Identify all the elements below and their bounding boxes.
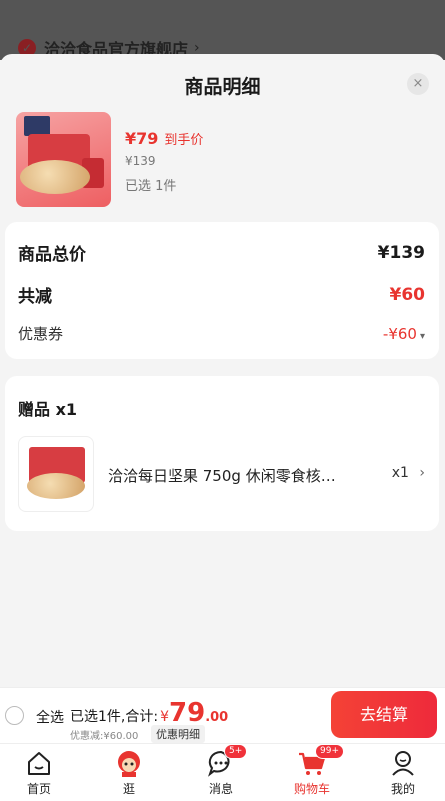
tab-label: 消息 xyxy=(208,782,233,796)
cart-badge: 99+ xyxy=(315,744,344,759)
tab-messages[interactable]: 5+ 消息 xyxy=(191,744,251,797)
coupon-value: -¥60 xyxy=(382,324,417,343)
checkout-bar: 全选 已选1件,合计: ¥ 79 .00 优惠减:¥60.00 优惠明细 去结算 xyxy=(0,687,445,743)
product-image[interactable] xyxy=(16,112,111,207)
tab-label: 逛 xyxy=(122,782,135,796)
product-detail-sheet: 商品明细 × ¥79 到手价 ¥139 已选 1件 商品总价 ¥139 共减 ¥… xyxy=(0,54,445,687)
reduction-row: 共减 ¥60 xyxy=(18,282,426,308)
original-price: ¥139 xyxy=(125,154,156,168)
tab-cart[interactable]: 99+ 购物车 xyxy=(282,744,344,797)
tab-label: 我的 xyxy=(390,782,415,796)
gift-card: 赠品 x1 洽洽每日坚果 750g 休闲零食核桃仁礼盒 x1 › xyxy=(5,376,439,531)
reduction-label: 共减 xyxy=(18,287,52,307)
total-price-row: 商品总价 ¥139 xyxy=(18,240,425,266)
cart-icon: 99+ xyxy=(297,744,344,778)
summary-prefix: 已选1件,合计: xyxy=(70,709,159,725)
tab-label: 购物车 xyxy=(293,782,330,796)
selected-count: 已选 1件 xyxy=(125,179,177,194)
tab-label: 首页 xyxy=(26,782,51,796)
discount-text: 优惠减:¥60.00 xyxy=(70,731,139,742)
total-price-value: ¥139 xyxy=(377,242,425,263)
coupon-row[interactable]: 优惠券 -¥60 ▾ xyxy=(18,323,425,344)
tab-profile[interactable]: 我的 xyxy=(373,748,433,797)
tab-browse[interactable]: 逛 xyxy=(99,748,159,797)
select-all-label[interactable]: 全选 xyxy=(36,707,64,727)
chevron-down-icon[interactable]: ▾ xyxy=(420,331,425,342)
gift-title: 赠品 x1 xyxy=(18,400,78,419)
home-icon xyxy=(24,748,54,778)
message-badge: 5+ xyxy=(224,744,248,759)
amount-integer: 79 xyxy=(169,698,206,728)
total-price-label: 商品总价 xyxy=(18,245,86,265)
store-header-dimmed: ✓ 洽洽食品官方旗舰店 › xyxy=(0,0,445,60)
close-icon[interactable]: × xyxy=(407,73,429,95)
coupon-label: 优惠券 xyxy=(18,325,64,343)
tab-home[interactable]: 首页 xyxy=(9,748,69,797)
final-price-value: ¥79 xyxy=(125,129,159,148)
checkout-summary: 已选1件,合计: ¥ 79 .00 xyxy=(70,698,228,728)
gift-image[interactable] xyxy=(18,436,94,512)
checkout-button[interactable]: 去结算 xyxy=(331,691,437,738)
price-breakdown-card: 商品总价 ¥139 共减 ¥60 优惠券 -¥60 ▾ xyxy=(5,222,439,359)
discount-detail-button[interactable]: 优惠明细 xyxy=(151,725,205,743)
bottom-tab-bar: 首页 逛 5+ 消息 99+ 购物车 我的 xyxy=(0,743,445,801)
final-price: ¥79 到手价 xyxy=(125,129,203,148)
gift-name[interactable]: 洽洽每日坚果 750g 休闲零食核桃仁礼盒 xyxy=(108,465,348,486)
amount-decimal: .00 xyxy=(205,710,229,725)
gift-quantity[interactable]: x1 › xyxy=(392,465,425,481)
reduction-value: ¥60 xyxy=(389,284,426,305)
currency-symbol: ¥ xyxy=(160,709,169,725)
final-price-tag: 到手价 xyxy=(164,133,204,148)
mascot-icon xyxy=(114,748,144,778)
profile-icon xyxy=(388,748,418,778)
select-all-radio[interactable] xyxy=(5,706,24,725)
chevron-right-icon: › xyxy=(419,465,425,481)
message-icon: 5+ xyxy=(206,744,248,778)
gift-quantity-value: x1 xyxy=(391,465,409,481)
sheet-title: 商品明细 xyxy=(184,76,261,98)
